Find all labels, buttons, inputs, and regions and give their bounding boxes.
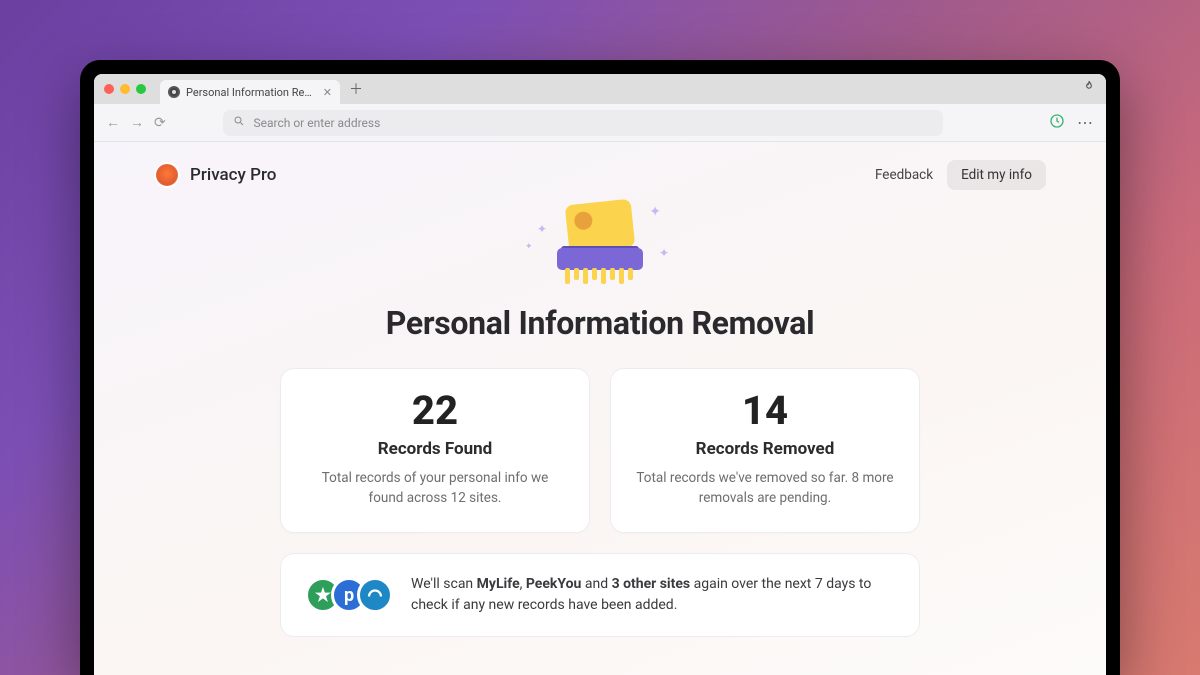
records-removed-label: Records Removed <box>635 439 895 459</box>
edit-my-info-button[interactable]: Edit my info <box>947 160 1046 190</box>
window-controls <box>104 84 146 94</box>
duckduckgo-logo-icon <box>154 162 180 188</box>
feedback-link[interactable]: Feedback <box>875 167 933 183</box>
address-placeholder: Search or enter address <box>253 116 380 130</box>
brand: Privacy Pro <box>154 162 276 188</box>
fire-button-icon[interactable] <box>1082 80 1096 98</box>
page-content: Privacy Pro Feedback Edit my info ✦✦ ✦✦ <box>94 142 1106 675</box>
records-found-desc: Total records of your personal info we f… <box>305 469 565 508</box>
overflow-menu-button[interactable]: ⋯ <box>1077 113 1094 132</box>
records-removed-desc: Total records we've removed so far. 8 mo… <box>635 469 895 508</box>
tab-favicon-icon <box>168 86 180 98</box>
records-removed-card: 14 Records Removed Total records we've r… <box>610 368 920 533</box>
brand-name: Privacy Pro <box>190 165 276 185</box>
tab-title: Personal Information Removal <box>186 86 317 99</box>
scan-site-1: MyLife <box>477 576 520 592</box>
privacy-shield-icon[interactable] <box>1049 113 1065 133</box>
records-found-label: Records Found <box>305 439 565 459</box>
records-found-card: 22 Records Found Total records of your p… <box>280 368 590 533</box>
stats-row: 22 Records Found Total records of your p… <box>154 368 1046 533</box>
page-title: Personal Information Removal <box>154 304 1046 342</box>
screen: Personal Information Removal ✕ ＋ ← → ⟳ S… <box>94 74 1106 675</box>
shredder-illustration-icon: ✦✦ ✦✦ <box>545 198 655 288</box>
address-bar[interactable]: Search or enter address <box>223 110 943 136</box>
scan-site-2: PeekYou <box>526 576 582 592</box>
window-minimize-button[interactable] <box>120 84 130 94</box>
browser-tabbar: Personal Information Removal ✕ ＋ <box>94 74 1106 104</box>
page-header: Privacy Pro Feedback Edit my info <box>154 160 1046 190</box>
site-badge-icon <box>357 577 393 613</box>
window-close-button[interactable] <box>104 84 114 94</box>
site-badges: ★ p <box>305 577 393 613</box>
reload-button[interactable]: ⟳ <box>154 115 166 131</box>
tab-close-icon[interactable]: ✕ <box>323 86 332 99</box>
new-tab-button[interactable]: ＋ <box>348 81 364 97</box>
search-icon <box>233 115 245 130</box>
browser-toolbar: ← → ⟳ Search or enter address ⋯ <box>94 104 1106 142</box>
scan-sites-other: 3 other sites <box>612 576 691 592</box>
scan-text-prefix: We'll scan <box>411 576 477 592</box>
hero: ✦✦ ✦✦ Personal Information Removal <box>154 198 1046 342</box>
window-maximize-button[interactable] <box>136 84 146 94</box>
nav-forward-button[interactable]: → <box>130 114 144 131</box>
scan-schedule-text: We'll scan MyLife, PeekYou and 3 other s… <box>411 574 895 616</box>
scan-schedule-card: ★ p We'll scan MyLife, PeekYou and 3 oth… <box>280 553 920 637</box>
scan-text-middle: and <box>581 576 611 592</box>
device-frame: Personal Information Removal ✕ ＋ ← → ⟳ S… <box>80 60 1120 675</box>
nav-back-button[interactable]: ← <box>106 114 120 131</box>
records-found-value: 22 <box>305 391 565 431</box>
browser-tab-active[interactable]: Personal Information Removal ✕ <box>160 80 340 104</box>
records-removed-value: 14 <box>635 391 895 431</box>
